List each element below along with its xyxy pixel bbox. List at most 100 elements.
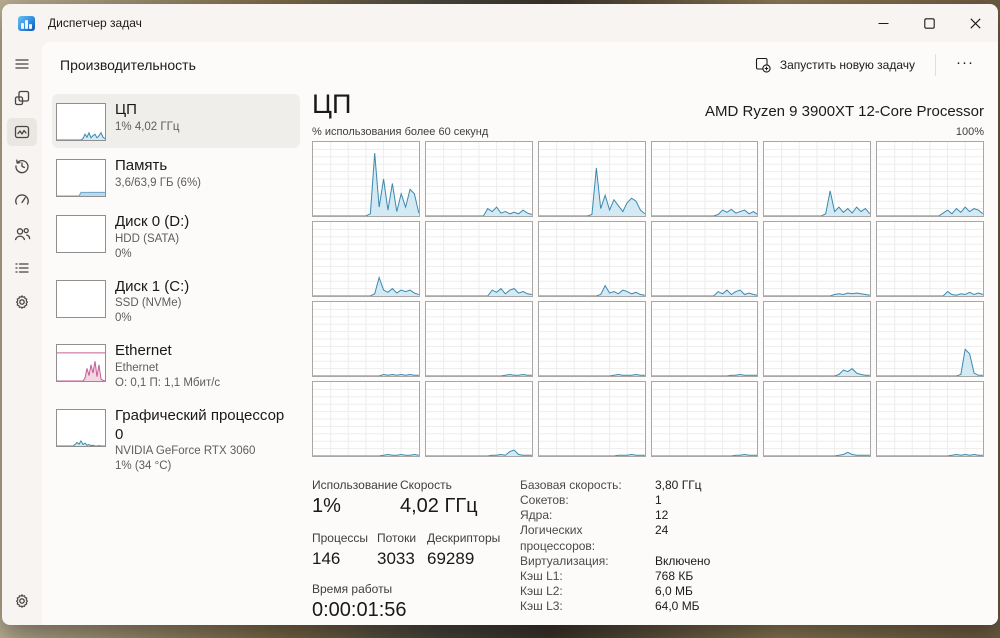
details-row-6: Кэш L1: 768 КБ: [520, 569, 710, 584]
details-label-2: Сокетов:: [520, 492, 569, 507]
core-chart-17: [763, 300, 872, 377]
per-core-chart-grid: [312, 140, 984, 457]
performance-icon: [14, 125, 30, 139]
gpu-mini-chart: [56, 408, 106, 447]
disk0-mini-chart: [56, 215, 106, 253]
threads-label: Потоки: [377, 530, 417, 545]
disk0-subline-2: 0%: [115, 247, 132, 260]
core-chart-21: [537, 380, 646, 457]
users-icon: [14, 227, 30, 241]
cpu-details-list: Базовая скорость: 3,80 ГГц Сокетов: 1 Ядра: 1…: [520, 478, 710, 622]
core-chart-15: [537, 300, 646, 377]
page-title: Производительность: [60, 57, 196, 73]
details-label-3: Ядра:: [520, 508, 553, 523]
sidebar-item-memory[interactable]: Память 3,6/63,9 ГБ (6%): [52, 150, 300, 204]
uptime-label: Время работы: [312, 581, 393, 596]
core-chart-13: [312, 300, 420, 377]
nav-services[interactable]: [7, 288, 37, 316]
core-chart-3: [537, 140, 646, 217]
hamburger-icon: [15, 59, 29, 69]
speed-label: Скорость: [400, 477, 452, 492]
memory-text: Память 3,6/63,9 ГБ (6%): [115, 157, 201, 191]
cpu-title: ЦП: [312, 89, 352, 119]
chart-caption-right: 100%: [955, 125, 984, 138]
cpu-title: ЦП: [115, 101, 137, 118]
run-new-task-button[interactable]: Запустить новую задачу: [745, 51, 925, 79]
core-chart-11: [763, 220, 872, 297]
processor-name: AMD Ryzen 9 3900XT 12-Core Processor: [704, 102, 984, 120]
details-row-3: Ядра: 12: [520, 508, 710, 523]
details-row-5: Виртуализация: Включено: [520, 554, 710, 569]
core-chart-4: [650, 140, 759, 217]
processes-label: Процессы: [312, 530, 369, 545]
details-row-4: Логических процессоров: 24: [520, 523, 710, 553]
disk1-mini-chart: [56, 279, 106, 318]
details-label-7: Кэш L2:: [520, 584, 563, 599]
minimize-button[interactable]: [860, 4, 906, 42]
details-value-7: 6,0 МБ: [655, 584, 693, 599]
processes-icon: [14, 90, 30, 106]
sidebar-item-cpu[interactable]: ЦП 1% 4,02 ГГц: [52, 94, 300, 148]
close-button[interactable]: [952, 4, 998, 42]
settings-button[interactable]: [7, 587, 37, 615]
gpu-subline-1: NVIDIA GeForce RTX 3060: [115, 445, 256, 458]
nav-users[interactable]: [7, 220, 37, 248]
panel-header: Производительность Запустить новую задач…: [42, 42, 998, 88]
core-chart-14: [424, 300, 533, 377]
run-new-task-label: Запустить новую задачу: [779, 58, 915, 72]
ethernet-title: Ethernet: [115, 342, 172, 360]
details-value-5: Включено: [655, 553, 711, 568]
sidebar-item-ethernet[interactable]: Ethernet Ethernet О: 0,1 П: 1,1 Мбит/с: [52, 335, 300, 398]
memory-mini-chart: [56, 159, 106, 197]
core-chart-24: [876, 380, 984, 457]
details-value-2: 1: [655, 492, 662, 507]
details-value-3: 12: [655, 508, 669, 523]
sidebar-item-disk1[interactable]: Диск 1 (C:) SSD (NVMe) 0%: [52, 271, 300, 334]
core-chart-19: [312, 380, 420, 457]
sidebar-item-disk0[interactable]: Диск 0 (D:) HDD (SATA) 0%: [52, 206, 300, 269]
disk1-subline-1: SSD (NVMe): [115, 297, 182, 310]
details-label-6: Кэш L1:: [520, 568, 563, 583]
nav-app-history[interactable]: [7, 152, 37, 180]
core-chart-16: [650, 300, 759, 377]
disk0-subline-1: HDD (SATA): [115, 232, 180, 245]
more-options-button[interactable]: ···: [946, 53, 984, 78]
maximize-button[interactable]: [906, 4, 952, 42]
details-value-1: 3,80 ГГц: [655, 477, 702, 492]
startup-icon: [15, 194, 29, 205]
memory-subline-1: 3,6/63,9 ГБ (6%): [115, 176, 202, 189]
nav-processes[interactable]: [7, 84, 37, 112]
details-row-1: Базовая скорость: 3,80 ГГц: [520, 478, 710, 493]
details-row-8: Кэш L3: 64,0 МБ: [520, 599, 710, 614]
gpu-subline-2: 1% (34 °C): [115, 460, 172, 473]
cpu-subline-1: 1% 4,02 ГГц: [115, 120, 180, 133]
task-manager-window: Диспетчер задач Производительность Запус…: [2, 4, 998, 625]
sidebar-item-gpu[interactable]: Графический процессор 0 NVIDIA GeForce RT…: [52, 400, 300, 481]
details-value-6: 768 КБ: [655, 568, 694, 583]
cpu-mini-chart: [56, 103, 106, 141]
details-label-1: Базовая скорость:: [520, 477, 622, 492]
gpu-title: Графический процессор 0: [115, 406, 285, 443]
header-divider: [935, 54, 936, 76]
details-label-4: Логических процессоров:: [520, 523, 596, 553]
processes-value: 146: [312, 548, 341, 568]
disk0-text: Диск 0 (D:) HDD (SATA) 0%: [115, 213, 189, 262]
nav-performance[interactable]: [7, 118, 37, 146]
nav-menu-button[interactable]: [7, 50, 37, 78]
core-chart-22: [650, 380, 759, 457]
window-title: Диспетчер задач: [48, 16, 142, 30]
ethernet-subline-1: Ethernet: [115, 362, 159, 374]
nav-details[interactable]: [7, 254, 37, 282]
core-chart-10: [650, 220, 759, 297]
details-value-8: 64,0 МБ: [655, 599, 700, 614]
disk1-title: Диск 1 (C:): [115, 277, 190, 295]
window-controls: [860, 4, 998, 42]
disk0-title: Диск 0 (D:): [115, 213, 190, 230]
handles-label: Дескрипторы: [427, 530, 501, 545]
resource-sidebar: ЦП 1% 4,02 ГГц Память 3,6/63,9 ГБ (6%) Диск …: [42, 88, 304, 625]
close-icon: [969, 17, 981, 29]
usage-label: Использование: [312, 477, 398, 492]
nav-startup-apps[interactable]: [7, 186, 37, 214]
core-chart-20: [424, 380, 533, 457]
core-chart-6: [876, 140, 984, 217]
